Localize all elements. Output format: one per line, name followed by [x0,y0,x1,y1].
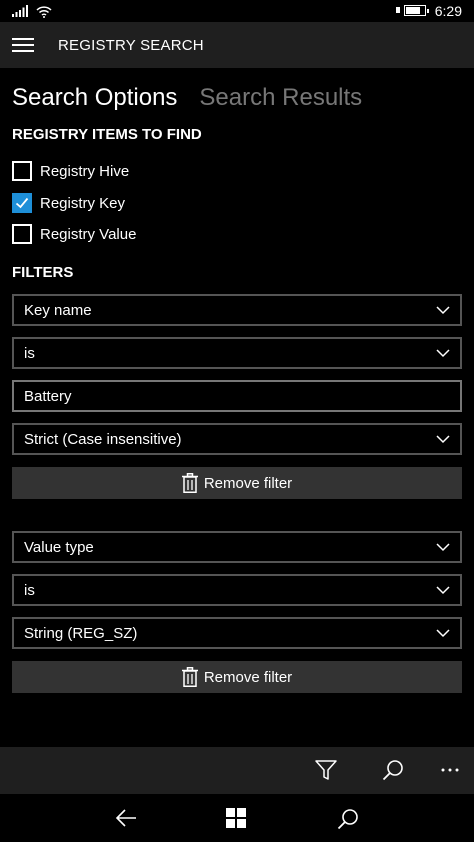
app-bar: REGISTRY SEARCH [0,22,474,68]
checkbox-box[interactable] [12,161,32,181]
command-bar [0,747,474,794]
status-time: 6:29 [434,3,462,19]
checkbox-box[interactable] [12,224,32,244]
checkbox-label: Registry Value [40,225,137,243]
chevron-down-icon [436,586,450,595]
checkbox-label: Registry Hive [40,162,130,180]
checkbox-box[interactable] [12,193,32,213]
checkbox-registry-value[interactable]: Registry Value [12,223,136,245]
filter2-value-select[interactable]: String (REG_SZ) [12,617,462,649]
chevron-down-icon [436,306,450,315]
filter1-match-select[interactable]: Strict (Case insensitive) [12,423,462,455]
chevron-down-icon [436,435,450,444]
filter-icon[interactable] [315,759,337,781]
select-value: Value type [24,539,94,556]
search-icon[interactable] [337,808,359,830]
filter1-value-input[interactable] [12,380,462,412]
select-value: Key name [24,302,92,319]
charging-icon [396,7,400,13]
filter2-field-select[interactable]: Value type [12,531,462,563]
back-icon[interactable] [115,808,137,828]
checkmark-icon [15,197,29,209]
tab-search-results[interactable]: Search Results [199,84,362,111]
select-value: is [24,582,35,599]
filter2-remove-button[interactable]: Remove filter [12,661,462,693]
filter2-operator-select[interactable]: is [12,574,462,606]
checkbox-registry-hive[interactable]: Registry Hive [12,160,129,182]
more-icon[interactable] [440,767,460,773]
select-value: String (REG_SZ) [24,625,138,642]
wifi-icon [36,6,52,18]
battery-icon [404,5,429,16]
trash-icon [181,667,198,687]
chevron-down-icon [436,629,450,638]
windows-icon[interactable] [226,808,246,828]
trash-icon [181,473,198,493]
filter1-operator-select[interactable]: is [12,337,462,369]
section-title-filters: FILTERS [12,264,74,281]
select-value: is [24,345,35,362]
chevron-down-icon [436,543,450,552]
app-title: REGISTRY SEARCH [58,37,204,54]
pivot-header: Search Options Search Results [12,84,384,112]
system-nav-bar [0,794,474,842]
select-value: Strict (Case insensitive) [24,431,182,448]
filter1-field-select[interactable]: Key name [12,294,462,326]
section-title-items: REGISTRY ITEMS TO FIND [12,126,202,143]
chevron-down-icon [436,349,450,358]
checkbox-registry-key[interactable]: Registry Key [12,192,125,214]
status-bar: 6:29 [0,0,474,22]
remove-filter-label: Remove filter [203,668,293,686]
hamburger-icon[interactable] [12,36,34,54]
search-icon[interactable] [382,759,404,781]
filter1-remove-button[interactable]: Remove filter [12,467,462,499]
remove-filter-label: Remove filter [203,474,293,492]
checkbox-label: Registry Key [40,194,126,212]
signal-icon [12,5,28,17]
tab-search-options[interactable]: Search Options [12,84,177,111]
